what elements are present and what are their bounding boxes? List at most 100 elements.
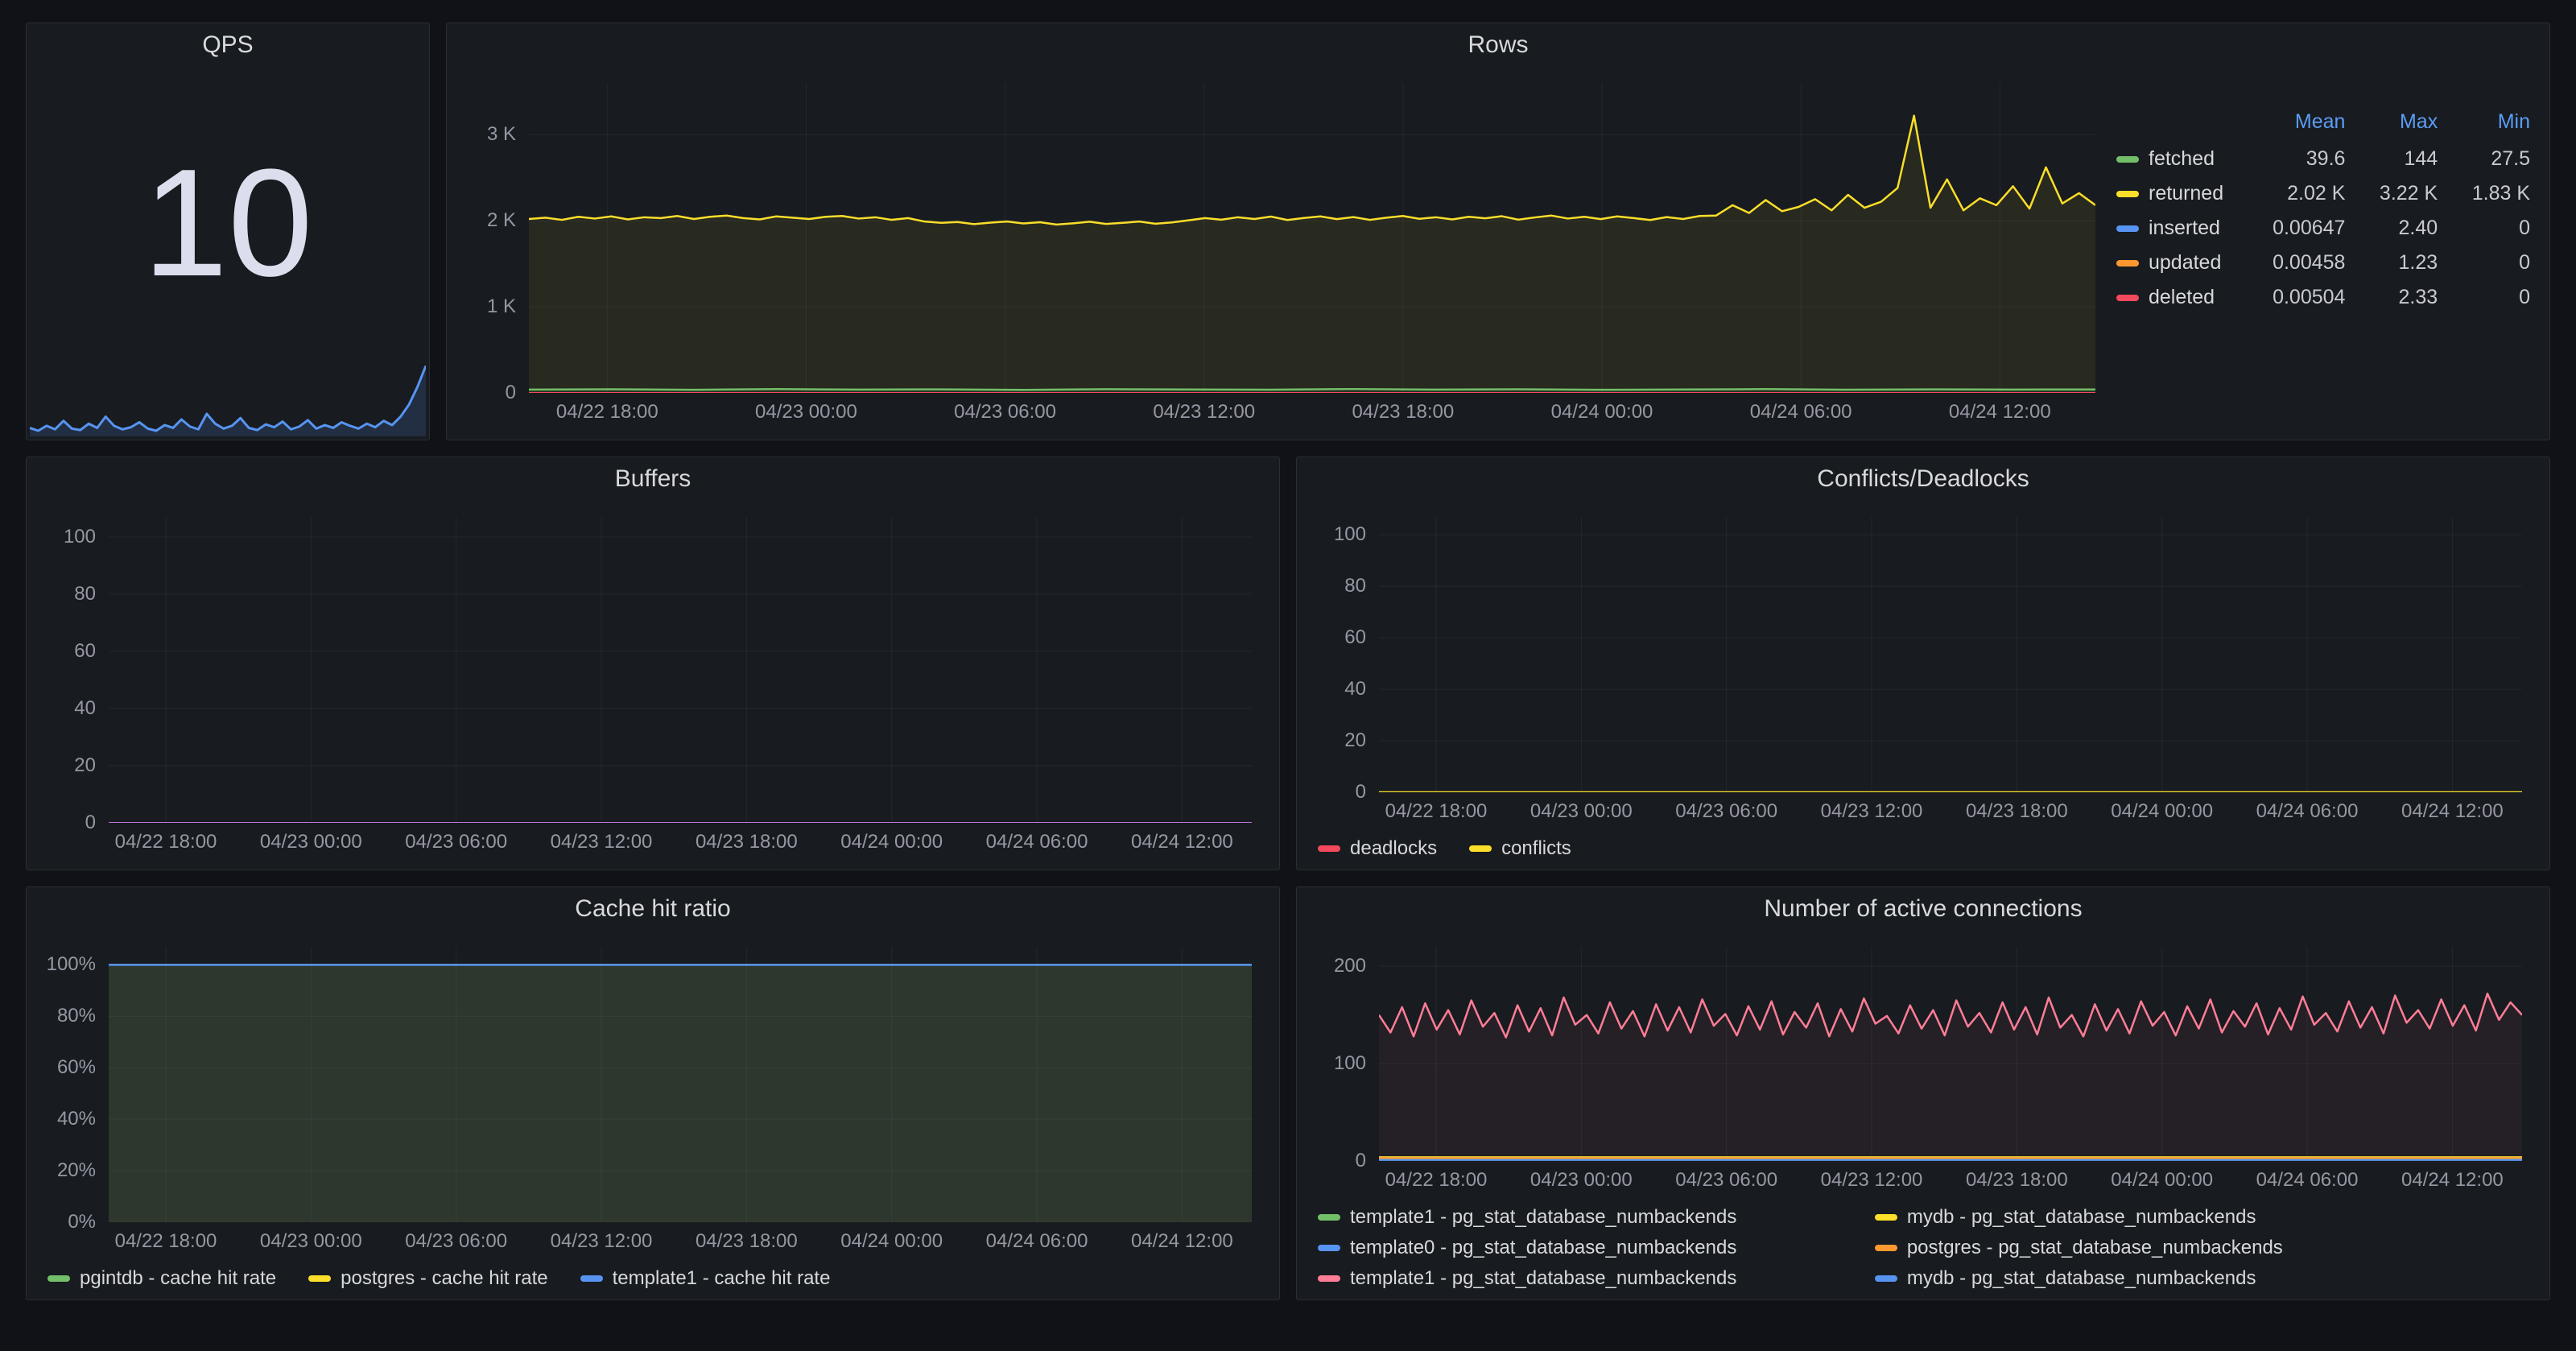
chart-plot[interactable] [109, 947, 1252, 1222]
legend-item[interactable]: template1 - pg_stat_database_numbackends [1318, 1206, 1875, 1229]
x-tick-label: 04/24 00:00 [840, 831, 943, 853]
conflicts-panel-body: 02040608010004/22 18:0004/23 00:0004/23 … [1297, 501, 2549, 870]
legend-series[interactable]: updated [2116, 251, 2236, 275]
legend-series-label: returned [2149, 182, 2223, 205]
legend-col-max[interactable]: Max [2345, 105, 2438, 142]
panel-title: Buffers [615, 465, 691, 493]
legend-table-row: deleted0.005042.330 [2116, 280, 2530, 315]
panel-header-connections[interactable]: Number of active connections [1297, 887, 2549, 931]
y-tick-label: 200 [1334, 955, 1366, 977]
chart-plot[interactable] [1379, 517, 2522, 792]
dashboard-row-1: QPS 10 Rows 01 K2 K3 K 04/22 18:0004/23 0… [26, 23, 2550, 440]
legend-label: postgres - cache hit rate [341, 1267, 547, 1290]
y-tick-label: 0% [68, 1211, 96, 1233]
panel-title: Rows [1468, 31, 1528, 59]
buffers-panel-body: 02040608010004/22 18:0004/23 00:0004/23 … [27, 501, 1279, 870]
legend-item[interactable]: template1 - cache hit rate [580, 1267, 831, 1290]
x-tick-label: 04/22 18:00 [1385, 1169, 1488, 1192]
qps-sparkline-chart [30, 362, 426, 436]
qps-panel-body: 10 [27, 67, 429, 440]
y-tick-label: 80 [1344, 575, 1366, 597]
x-axis: 04/22 18:0004/23 00:0004/23 06:0004/23 1… [109, 1230, 1252, 1254]
legend-table-body: fetched39.614427.5returned2.02 K3.22 K1.… [2116, 142, 2530, 315]
legend-series[interactable]: inserted [2116, 217, 2236, 240]
buffers-chart: 02040608010004/22 18:0004/23 00:0004/23 … [41, 504, 1265, 861]
legend-item[interactable]: deadlocks [1318, 837, 1437, 860]
cache-chart: 0%20%40%60%80%100%04/22 18:0004/23 00:00… [41, 934, 1265, 1261]
cache-panel-body: 0%20%40%60%80%100%04/22 18:0004/23 00:00… [27, 931, 1279, 1299]
legend-col-min[interactable]: Min [2438, 105, 2530, 142]
legend-table-row: inserted0.006472.400 [2116, 211, 2530, 246]
panel-title: Conflicts/Deadlocks [1817, 465, 2029, 493]
x-tick-label: 04/24 12:00 [1949, 401, 2051, 423]
panel-header-conflicts[interactable]: Conflicts/Deadlocks [1297, 457, 2549, 501]
legend-swatch [308, 1275, 331, 1282]
legend-series-cell: fetched [2116, 142, 2236, 176]
legend-series[interactable]: returned [2116, 182, 2236, 205]
panel-title: QPS [202, 31, 253, 59]
x-tick-label: 04/23 06:00 [954, 401, 1056, 423]
panel-header-buffers[interactable]: Buffers [27, 457, 1279, 501]
legend-label: template1 - cache hit rate [613, 1267, 831, 1290]
legend-item[interactable]: postgres - cache hit rate [308, 1267, 547, 1290]
legend-item[interactable]: pgintdb - cache hit rate [47, 1267, 276, 1290]
y-tick-label: 0 [506, 382, 516, 404]
x-tick-label: 04/24 06:00 [986, 1230, 1088, 1253]
legend-item[interactable]: mydb - pg_stat_database_numbackends [1875, 1267, 2432, 1290]
legend-series[interactable]: fetched [2116, 147, 2236, 171]
x-tick-label: 04/23 06:00 [1675, 1169, 1777, 1192]
panel-header-cache[interactable]: Cache hit ratio [27, 887, 1279, 931]
legend-series-cell: returned [2116, 176, 2236, 211]
legend-col-mean[interactable]: Mean [2236, 105, 2345, 142]
legend-swatch [47, 1275, 70, 1282]
x-tick-label: 04/24 12:00 [2401, 1169, 2504, 1192]
legend-label: pgintdb - cache hit rate [80, 1267, 276, 1290]
chart-plot[interactable] [529, 83, 2095, 393]
legend-table-row: updated0.004581.230 [2116, 246, 2530, 280]
panel-rows: Rows 01 K2 K3 K 04/22 18:0004/23 00:0004/… [446, 23, 2550, 440]
legend-swatch [1875, 1214, 1897, 1221]
legend-label: mydb - pg_stat_database_numbackends [1907, 1206, 2256, 1229]
y-axis: 01 K2 K3 K [461, 83, 516, 393]
x-tick-label: 04/23 12:00 [551, 831, 653, 853]
legend-item[interactable]: template0 - pg_stat_database_numbackends [1318, 1237, 1875, 1259]
legend-item[interactable]: template1 - pg_stat_database_numbackends [1318, 1267, 1875, 1290]
y-tick-label: 20 [1344, 729, 1366, 752]
x-tick-label: 04/24 00:00 [2111, 800, 2213, 823]
legend-table-row: fetched39.614427.5 [2116, 142, 2530, 176]
legend-series-cell: deleted [2116, 280, 2236, 315]
legend-series[interactable]: deleted [2116, 286, 2236, 309]
x-tick-label: 04/23 12:00 [1821, 800, 1923, 823]
chart-plot[interactable] [1379, 947, 2522, 1161]
legend-swatch [580, 1275, 603, 1282]
x-tick-label: 04/23 06:00 [405, 1230, 507, 1253]
x-tick-label: 04/24 12:00 [2401, 800, 2504, 823]
dashboard-row-3: Cache hit ratio 0%20%40%60%80%100%04/22 … [26, 886, 2550, 1300]
x-tick-label: 04/24 06:00 [2256, 800, 2359, 823]
conflicts-legend: deadlocks conflicts [1311, 831, 2535, 861]
y-tick-label: 100 [64, 526, 96, 548]
legend-table-head: MeanMaxMin [2116, 105, 2530, 142]
legend-item[interactable]: mydb - pg_stat_database_numbackends [1875, 1206, 2432, 1229]
chart-plot[interactable] [109, 517, 1252, 823]
x-axis: 04/22 18:0004/23 00:0004/23 06:0004/23 1… [1379, 1169, 2522, 1193]
legend-mean-value: 39.6 [2236, 142, 2345, 176]
x-tick-label: 04/23 00:00 [1530, 800, 1633, 823]
legend-min-value: 27.5 [2438, 142, 2530, 176]
legend-swatch [1318, 1275, 1340, 1282]
panel-title: Cache hit ratio [575, 895, 730, 923]
legend-item[interactable]: postgres - pg_stat_database_numbackends [1875, 1237, 2432, 1259]
legend-max-value: 144 [2345, 142, 2438, 176]
x-tick-label: 04/24 12:00 [1131, 1230, 1233, 1253]
legend-label: mydb - pg_stat_database_numbackends [1907, 1267, 2256, 1290]
connections-panel-body: 010020004/22 18:0004/23 00:0004/23 06:00… [1297, 931, 2549, 1299]
legend-item[interactable]: conflicts [1469, 837, 1571, 860]
legend-swatch [2116, 191, 2139, 197]
panel-header-rows[interactable]: Rows [447, 23, 2549, 67]
y-tick-label: 60% [57, 1056, 96, 1079]
legend-swatch [1875, 1245, 1897, 1251]
stat-value: 10 [27, 135, 429, 311]
x-tick-label: 04/22 18:00 [115, 1230, 217, 1253]
panel-header-qps[interactable]: QPS [27, 23, 429, 67]
x-axis: 04/22 18:0004/23 00:0004/23 06:0004/23 1… [529, 401, 2095, 425]
